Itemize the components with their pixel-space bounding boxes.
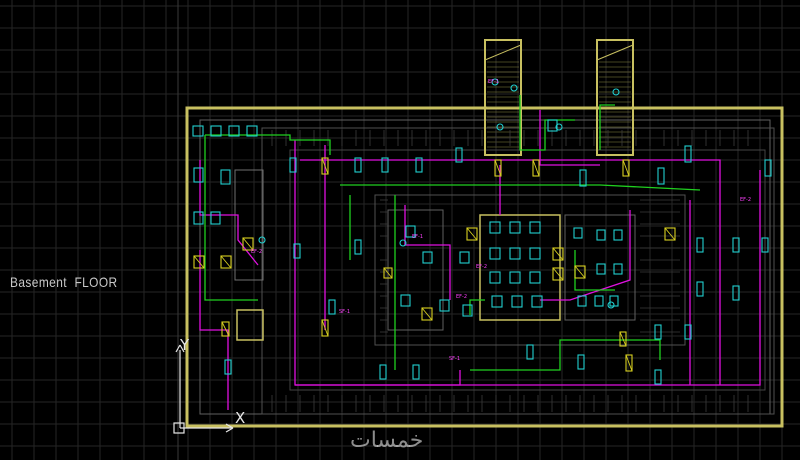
fan-symbol <box>354 239 362 255</box>
fan-symbol <box>439 299 450 312</box>
fan-symbol <box>529 247 541 260</box>
fan-symbol <box>577 354 585 370</box>
damper-symbol <box>625 354 633 372</box>
supply-tag-1: SF-1 <box>339 309 350 315</box>
fan-symbol <box>489 221 501 234</box>
damper-symbol <box>532 159 540 177</box>
damper-symbol <box>193 255 205 269</box>
fan-symbol <box>596 263 606 275</box>
fan-symbol <box>510 84 518 92</box>
damper-symbol <box>221 321 230 337</box>
fan-symbol <box>696 237 704 253</box>
fan-symbol <box>596 229 606 241</box>
fan-symbol <box>193 211 204 225</box>
fan-symbol <box>489 271 501 284</box>
fan-symbol <box>459 251 470 264</box>
fan-symbol <box>491 295 503 308</box>
fan-symbol <box>696 281 704 297</box>
fan-symbol <box>579 169 587 187</box>
fan-tag-1: EF-1 <box>488 79 499 85</box>
fan-symbol <box>422 251 433 264</box>
fan-symbol <box>573 227 583 239</box>
fan-symbol <box>654 369 662 385</box>
damper-symbol <box>220 255 232 269</box>
fan-symbol <box>529 221 541 234</box>
fan-symbol <box>613 229 623 241</box>
floor-title-label: Basement FLOOR <box>10 274 118 290</box>
zone-tag-2: EF-2 <box>740 197 751 203</box>
ucs-x-axis-label: X <box>235 409 246 427</box>
watermark-logo: خمسات <box>350 428 424 453</box>
fan-symbol <box>192 125 204 137</box>
fan-symbol <box>193 167 204 183</box>
damper-symbol <box>664 227 676 241</box>
fan-symbol <box>412 364 420 380</box>
fan-symbol <box>210 211 221 225</box>
fan-symbol <box>529 271 541 284</box>
fan-symbol <box>607 301 615 309</box>
background-grid <box>0 0 800 460</box>
exhaust-fan-symbols <box>192 78 772 385</box>
fan-symbol <box>328 299 336 315</box>
fan-symbol <box>613 263 623 275</box>
zone-tag-3: EF-2 <box>251 249 262 255</box>
fan-symbol <box>526 344 534 360</box>
zone-tag-1: EF-2 <box>476 264 487 270</box>
supply-tag-2: SF-1 <box>449 356 460 362</box>
ucs-y-axis-label: Y <box>180 336 190 354</box>
zone-tag-4: EF-2 <box>456 294 467 300</box>
fan-symbol <box>511 295 523 308</box>
fan-symbol <box>489 247 501 260</box>
fan-symbol <box>400 294 411 307</box>
fan-symbol <box>547 119 558 132</box>
fan-symbol <box>594 295 604 307</box>
damper-symbol <box>466 227 478 241</box>
fan-tag-2: EF-1 <box>412 234 423 240</box>
fan-symbol <box>379 364 387 380</box>
damper-symbol <box>619 331 627 347</box>
cad-drawing-canvas[interactable]: EF-1 EF-1 SF-1 SF-1 EF-2 EF-2 EF-2 EF-2 <box>0 0 800 460</box>
